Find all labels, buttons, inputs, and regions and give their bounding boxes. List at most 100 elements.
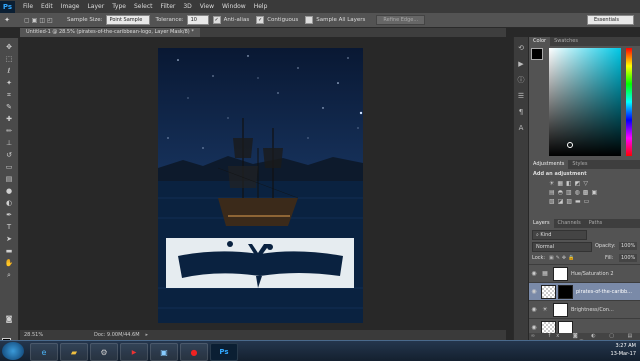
menu-window[interactable]: Window <box>218 3 250 10</box>
start-button[interactable] <box>2 342 24 360</box>
history-icon[interactable]: ⟲ <box>516 43 526 53</box>
eraser-tool-icon[interactable]: ▭ <box>4 162 14 172</box>
adjustment-icons-row3[interactable]: ▧◪▨▬▭ <box>529 197 640 206</box>
menu-layer[interactable]: Layer <box>83 3 108 10</box>
lock-label: Lock: <box>532 255 546 261</box>
move-tool-icon[interactable]: ✥ <box>4 42 14 52</box>
youtube-icon[interactable]: ▶ <box>120 343 148 361</box>
menu-view[interactable]: View <box>196 3 218 10</box>
menu-type[interactable]: Type <box>108 3 130 10</box>
crop-tool-icon[interactable]: ⌗ <box>4 90 14 100</box>
type-tool-icon[interactable]: T <box>4 222 14 232</box>
adjustment-icons-row2[interactable]: ▤◓▥◍▩▣ <box>529 188 640 197</box>
visibility-eye-icon[interactable]: ◉ <box>529 324 539 331</box>
steam-icon[interactable]: ⚙ <box>90 343 118 361</box>
sample-size-select[interactable]: Point Sample <box>105 15 150 25</box>
properties-icon[interactable]: ☰ <box>516 91 526 101</box>
quick-mask-icon[interactable]: ◙ <box>4 314 14 324</box>
tab-styles[interactable]: Styles <box>568 160 591 169</box>
menu-image[interactable]: Image <box>57 3 84 10</box>
menu-file[interactable]: File <box>19 3 37 10</box>
selection-mode-icons[interactable]: ▢▣◫◰ <box>14 17 64 24</box>
layer-mask-thumbnail[interactable] <box>553 302 568 317</box>
pen-tool-icon[interactable]: ✒ <box>4 210 14 220</box>
gradient-tool-icon[interactable]: ▤ <box>4 174 14 184</box>
tolerance-input[interactable]: 10 <box>186 15 209 25</box>
antialias-checkbox[interactable]: ✓ <box>212 16 221 24</box>
clock-date[interactable]: 13-Mar-17 <box>576 350 636 358</box>
menu-3d[interactable]: 3D <box>179 3 195 10</box>
brush-tool-icon[interactable]: ✏ <box>4 126 14 136</box>
path-selection-tool-icon[interactable]: ➤ <box>4 234 14 244</box>
tab-channels[interactable]: Channels <box>554 219 585 228</box>
layer-row[interactable]: ◉ ☀ Brightness/Con... <box>529 300 640 318</box>
tab-color[interactable]: Color <box>529 37 551 46</box>
blend-mode-select[interactable]: Normal <box>532 242 592 252</box>
options-bar: ✦ ▢▣◫◰ Sample Size: Point Sample Toleran… <box>0 13 640 28</box>
photoshop-taskbar-icon[interactable]: Ps <box>210 343 238 361</box>
zoom-level[interactable]: 28.51% <box>20 332 64 338</box>
info-icon[interactable]: ⓘ <box>516 75 526 85</box>
visibility-eye-icon[interactable]: ◉ <box>529 270 539 277</box>
hand-tool-icon[interactable]: ✋ <box>4 258 14 268</box>
lasso-tool-icon[interactable]: ℓ <box>4 66 14 76</box>
magic-wand-tool-icon[interactable]: ✦ <box>4 78 14 88</box>
tab-layers[interactable]: Layers <box>529 219 554 228</box>
app-icon[interactable]: ▣ <box>150 343 178 361</box>
menu-edit[interactable]: Edit <box>37 3 57 10</box>
panel-dock: ⟲ ▶ ⓘ ☰ ¶ A <box>513 37 528 340</box>
refine-edge-button[interactable]: Refine Edge... <box>376 15 426 25</box>
tab-paths[interactable]: Paths <box>585 219 607 228</box>
fill-input[interactable]: 100% <box>619 254 638 262</box>
tab-swatches[interactable]: Swatches <box>550 37 582 46</box>
history-brush-tool-icon[interactable]: ↺ <box>4 150 14 160</box>
lock-icons[interactable]: ▣✎✥🔒 <box>549 255 576 261</box>
layer-mask-thumbnail[interactable] <box>558 284 573 299</box>
adjustment-icons-row1[interactable]: ☀▦◧◩▽ <box>529 179 640 188</box>
workspace-select[interactable]: Essentials <box>586 15 634 25</box>
menu-filter[interactable]: Filter <box>157 3 180 10</box>
layer-filter-select[interactable]: ⌕ Kind <box>532 230 587 240</box>
eyedropper-tool-icon[interactable]: ✎ <box>4 102 14 112</box>
color-picker-ring[interactable] <box>567 142 573 148</box>
sample-all-checkbox[interactable] <box>305 16 314 24</box>
shape-tool-icon[interactable]: ▬ <box>4 246 14 256</box>
sample-size-label: Sample Size: <box>67 17 103 23</box>
layer-row[interactable]: ◉ ▦ Hue/Saturation 2 <box>529 264 640 282</box>
contiguous-checkbox[interactable]: ✓ <box>256 16 265 24</box>
paragraph-icon[interactable]: ¶ <box>516 107 526 117</box>
clock-time[interactable]: 3:27 AM <box>576 342 636 350</box>
opacity-input[interactable]: 100% <box>619 242 638 250</box>
menu-select[interactable]: Select <box>130 3 157 10</box>
color-field[interactable] <box>549 48 621 156</box>
magic-wand-icon[interactable]: ✦ <box>0 16 14 24</box>
document-tab-bar: Untitled-1 @ 28.5% (pirates-of-the-carib… <box>20 28 506 37</box>
document-canvas[interactable] <box>158 48 363 323</box>
visibility-eye-icon[interactable]: ◉ <box>529 306 539 313</box>
visibility-eye-icon[interactable]: ◉ <box>529 288 539 295</box>
tab-adjustments[interactable]: Adjustments <box>529 160 569 169</box>
layer-thumbnail[interactable] <box>541 284 556 299</box>
actions-icon[interactable]: ▶ <box>516 59 526 69</box>
status-arrow-icon[interactable]: ▸ <box>146 332 149 338</box>
color-fg-swatch[interactable] <box>531 48 543 60</box>
healing-brush-tool-icon[interactable]: ✚ <box>4 114 14 124</box>
kind-label: Kind <box>540 232 552 238</box>
ie-icon[interactable]: e <box>30 343 58 361</box>
marquee-tool-icon[interactable]: ⬚ <box>4 54 14 64</box>
layer-mask-thumbnail[interactable] <box>553 266 568 281</box>
zoom-tool-icon[interactable]: ⌕ <box>4 270 14 280</box>
explorer-icon[interactable]: ▰ <box>60 343 88 361</box>
layer-name: Brightness/Con... <box>571 306 614 313</box>
character-icon[interactable]: A <box>516 123 526 133</box>
record-icon[interactable]: ● <box>180 343 208 361</box>
document-tab[interactable]: Untitled-1 @ 28.5% (pirates-of-the-carib… <box>20 28 200 37</box>
layers-footer-icons[interactable]: ∞ fx ◙ ◐ ▢ ▤ 🗑 <box>529 333 640 346</box>
blur-tool-icon[interactable]: ● <box>4 186 14 196</box>
clone-stamp-tool-icon[interactable]: ⊥ <box>4 138 14 148</box>
layer-row-selected[interactable]: ◉ pirates-of-the-caribb... <box>529 282 640 300</box>
hue-slider[interactable] <box>626 48 632 156</box>
menu-help[interactable]: Help <box>250 3 272 10</box>
dodge-tool-icon[interactable]: ◐ <box>4 198 14 208</box>
doc-info: Doc: 9.00M/44.6M <box>94 332 140 338</box>
